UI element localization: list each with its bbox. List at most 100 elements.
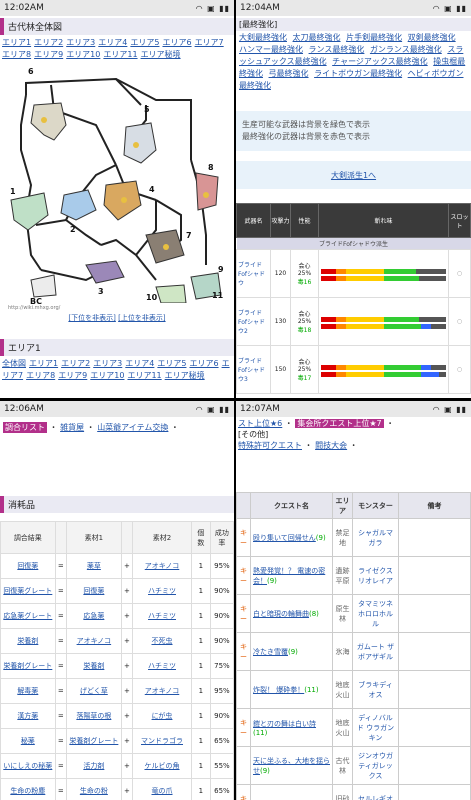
col-slot[interactable]: スロット: [448, 203, 471, 238]
material2-link[interactable]: アオキノコ: [132, 678, 192, 704]
area-link[interactable]: エリア秘境: [165, 371, 205, 380]
upgrade-link[interactable]: 太刀最終強化: [293, 33, 341, 42]
material1-link[interactable]: 回復薬: [66, 578, 122, 604]
quest-link[interactable]: 殴り集いて回帰せん(9): [250, 518, 333, 557]
upgrade-link[interactable]: ライトボウガン最終強化: [314, 69, 402, 78]
arena-link[interactable]: 闘技大会: [315, 441, 347, 450]
material1-link[interactable]: 生命の粉: [66, 778, 122, 800]
result-link[interactable]: 生命の粉塵: [0, 778, 56, 800]
weapon-row[interactable]: ブライドFofシャドウ3 150 会心 25% 毒17 ○: [236, 345, 471, 394]
upgrade-link[interactable]: 片手剣最終強化: [346, 33, 402, 42]
col-name[interactable]: 武器名: [236, 203, 271, 238]
tab-general-store[interactable]: 雑貨屋: [60, 423, 84, 432]
material1-link[interactable]: 栄養剤グレート: [66, 728, 122, 754]
material2-link[interactable]: ケルビの角: [132, 753, 192, 779]
area-link[interactable]: エリア8: [26, 371, 55, 380]
area-link[interactable]: エリア11: [103, 50, 137, 59]
area-link[interactable]: エリア2: [61, 359, 90, 368]
result-link[interactable]: 秘薬: [0, 728, 56, 754]
tab-item-exchange[interactable]: 山菜爺アイテム交換: [97, 423, 168, 432]
quest-name[interactable]: 殴り集いて回帰せん: [253, 534, 316, 542]
material2-link[interactable]: 不死虫: [132, 628, 192, 654]
area-link[interactable]: エリア秘境: [141, 50, 181, 59]
material1-link[interactable]: 薬草: [66, 553, 122, 579]
area-link[interactable]: エリア1: [29, 359, 58, 368]
material2-link[interactable]: ハチミツ: [132, 578, 192, 604]
hide-upper-link[interactable]: [上位を非表示]: [118, 314, 165, 322]
area-link[interactable]: エリア6: [162, 38, 191, 47]
area-link[interactable]: エリア9: [58, 371, 87, 380]
area-link[interactable]: エリア1: [2, 38, 31, 47]
material1-link[interactable]: げどく草: [66, 678, 122, 704]
material1-link[interactable]: アオキノコ: [66, 628, 122, 654]
upgrade-link[interactable]: ガンランス最終強化: [370, 45, 442, 54]
area-link[interactable]: エリア4: [98, 38, 127, 47]
area-link[interactable]: エリア3: [93, 359, 122, 368]
upgrade-link[interactable]: 大剣最終強化: [239, 33, 287, 42]
quest-row[interactable]: キー 冷たき雪覆(9) 氷海 ガムート ザボアザギル: [236, 632, 471, 671]
quest-name[interactable]: 炸裂！ 爆砕拳！: [253, 686, 304, 694]
upgrade-link[interactable]: 弓最終強化: [269, 69, 309, 78]
weapon-row[interactable]: ブライドFofシャドウ2 130 会心 25% 毒18 ○: [236, 297, 471, 346]
derive-link[interactable]: 大剣派生1へ: [331, 170, 376, 181]
result-link[interactable]: いにしえの秘薬: [0, 753, 56, 779]
area-link[interactable]: エリア4: [125, 359, 154, 368]
quest-row[interactable]: キー千万尊セルレギオス旧砂漠セルレギオス集★6のキークエ: [236, 784, 471, 800]
area-link[interactable]: エリア2: [34, 38, 63, 47]
weapon-name[interactable]: ブライドFofシャドウ: [236, 249, 271, 298]
area-link[interactable]: エリア8: [2, 50, 31, 59]
result-link[interactable]: 応急薬グレート: [0, 603, 56, 629]
result-link[interactable]: 栄養剤: [0, 628, 56, 654]
upgrade-link[interactable]: ランス最終強化: [309, 45, 365, 54]
quest-link[interactable]: 冷たき雪覆(9): [250, 632, 333, 671]
quest-link[interactable]: 白と暗現の輪舞曲(8): [250, 594, 333, 633]
slot-radio[interactable]: ○: [448, 345, 471, 394]
quest-row[interactable]: キー 白と暗現の輪舞曲(8) 原生林 タマミツネ ホロロホルル: [236, 594, 471, 633]
slot-radio[interactable]: ○: [448, 297, 471, 346]
col-sharpness[interactable]: 斬れ味: [318, 203, 449, 238]
quest-link[interactable]: 鎧と刃の舞は白い詩(11): [250, 708, 333, 747]
material2-link[interactable]: マンドラゴラ: [132, 728, 192, 754]
material1-link[interactable]: 栄養剤: [66, 653, 122, 679]
weapon-name[interactable]: ブライドFofシャドウ3: [236, 345, 271, 394]
material2-link[interactable]: アオキノコ: [132, 553, 192, 579]
weapon-row[interactable]: ブライドFofシャドウ 120 会心 25% 毒16 ○: [236, 249, 471, 298]
quest-link[interactable]: 千万尊セルレギオス: [250, 784, 333, 800]
quest-link[interactable]: 熱愛発覚！？ 電速の密会！(9): [250, 556, 333, 595]
material2-link[interactable]: ハチミツ: [132, 603, 192, 629]
material2-link[interactable]: にが虫: [132, 703, 192, 729]
area-link[interactable]: エリア5: [130, 38, 159, 47]
upgrade-link[interactable]: 双剣最終強化: [408, 33, 456, 42]
area-link[interactable]: エリア6: [189, 359, 218, 368]
result-link[interactable]: 栄養剤グレート: [0, 653, 56, 679]
quest-name[interactable]: 白と暗現の輪舞曲: [253, 610, 309, 618]
quest-link[interactable]: 天に坐ふる、大地を揺らせ(9): [250, 746, 333, 785]
upgrade-link[interactable]: ハンマー最終強化: [239, 45, 303, 54]
area-link[interactable]: エリア11: [127, 371, 161, 380]
quest-name[interactable]: 熱愛発覚！？ 電速の密会！: [253, 567, 325, 585]
prev-quest-link[interactable]: スト上位★6: [238, 419, 282, 428]
quest-row[interactable]: 炸裂！ 爆砕拳！(11) 地底火山 ブラキディオス: [236, 670, 471, 709]
area-link[interactable]: エリア10: [66, 50, 100, 59]
material2-link[interactable]: 竜の爪: [132, 778, 192, 800]
weapon-name[interactable]: ブライドFofシャドウ2: [236, 297, 271, 346]
upgrade-link[interactable]: チャージアックス最終強化: [332, 57, 428, 66]
area-link[interactable]: エリア3: [66, 38, 95, 47]
hide-lower-link[interactable]: [下位を非表示]: [68, 314, 115, 322]
col-perf[interactable]: 性能: [290, 203, 319, 238]
area-link[interactable]: 全体図: [2, 359, 26, 368]
area-link[interactable]: エリア7: [195, 38, 224, 47]
area-link[interactable]: エリア9: [34, 50, 63, 59]
quest-row[interactable]: キー 殴り集いて回帰せん(9) 禁足地 シャガルマガラ: [236, 518, 471, 557]
quest-row[interactable]: キー 鎧と刃の舞は白い詩(11) 地底火山 ディノバルド ウラガンキン: [236, 708, 471, 747]
quest-row[interactable]: キー 熱愛発覚！？ 電速の密会！(9) 遺跡平原 ライゼクス リオレイア: [236, 556, 471, 595]
result-link[interactable]: 漢方薬: [0, 703, 56, 729]
quest-link[interactable]: 炸裂！ 爆砕拳！(11): [250, 670, 333, 709]
result-link[interactable]: 回復薬: [0, 553, 56, 579]
area-link[interactable]: エリア5: [157, 359, 186, 368]
quest-name[interactable]: 鎧と刃の舞は白い詩: [253, 720, 316, 728]
special-quest-link[interactable]: 特殊許可クエスト: [238, 441, 302, 450]
col-attack[interactable]: 攻撃力: [270, 203, 291, 238]
result-link[interactable]: 解毒薬: [0, 678, 56, 704]
material2-link[interactable]: ハチミツ: [132, 653, 192, 679]
